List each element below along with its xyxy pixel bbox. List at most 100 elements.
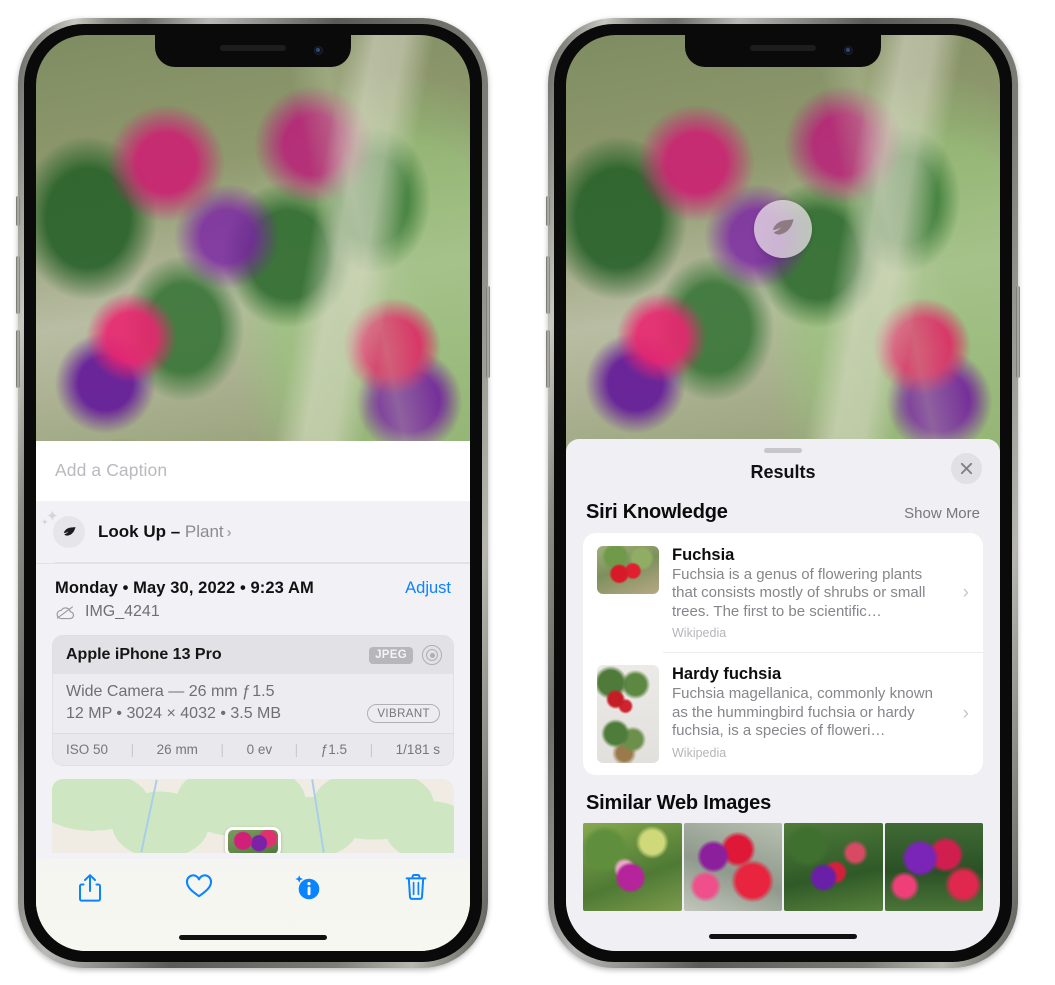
camera-header-badges: JPEG [369,645,442,665]
adjust-button[interactable]: Adjust [405,579,451,598]
mute-switch[interactable] [16,196,20,226]
exif-exposure: 0 ev [246,742,273,757]
web-image-1[interactable] [583,823,682,912]
iphone-right-device: Results Siri Knowledge Show More Fuchsia… [546,18,1020,968]
chevron-right-icon: › [962,703,969,725]
camera-card-header: Apple iPhone 13 Pro JPEG [53,636,453,674]
date-row: Monday • May 30, 2022 • 9:23 AM Adjust [36,564,470,598]
exif-row: ISO 50 | 26 mm | 0 ev | ƒ1.5 | 1/181 s [53,733,453,765]
iphone-left-device: Add a Caption ✦ ✦ Look Up – Plant › Monda [16,18,490,968]
sparkle-small-icon: ✦ [41,517,49,527]
chevron-right-icon: › [226,524,232,541]
results-header: Results [566,453,1000,497]
list-item[interactable]: Hardy fuchsia Fuchsia magellanica, commo… [583,652,983,775]
web-image-2[interactable] [683,823,782,912]
result-description: Fuchsia is a genus of flowering plants t… [672,566,926,620]
info-sparkle-icon [295,875,320,900]
result-thumbnail [597,546,659,594]
visual-lookup-screen: Results Siri Knowledge Show More Fuchsia… [566,35,1000,951]
web-image-4[interactable] [884,823,983,912]
info-button[interactable] [279,873,335,901]
camera-metadata-card[interactable]: Apple iPhone 13 Pro JPEG Wide Camera — 2… [52,635,454,766]
notch [685,35,881,67]
exif-aperture: ƒ1.5 [320,742,348,757]
section-title: Similar Web Images [586,792,771,815]
trash-icon [405,874,427,900]
map-photo-pin[interactable] [225,827,281,853]
volume-down-button[interactable] [16,330,20,388]
format-badge: JPEG [369,646,413,664]
map-waterway [311,779,326,853]
exif-separator: | [130,742,135,757]
look-up-subject: Plant [184,522,224,541]
photos-detail-screen: Add a Caption ✦ ✦ Look Up – Plant › Monda [36,35,470,951]
earpiece-speaker [750,45,816,51]
share-button[interactable] [62,873,118,903]
result-source: Wikipedia [672,626,727,641]
result-description: Fuchsia magellanica, commonly known as t… [672,685,933,740]
filename-row: IMG_4241 [36,598,470,633]
results-sheet: Results Siri Knowledge Show More Fuchsia… [566,439,1000,951]
exif-separator: | [220,742,225,757]
location-map-preview[interactable] [52,779,454,853]
similar-web-images-strip[interactable] [566,823,1000,912]
volume-up-button[interactable] [546,256,550,314]
device-bezel: Results Siri Knowledge Show More Fuchsia… [554,24,1012,962]
list-item[interactable]: Fuchsia Fuchsia is a genus of flowering … [583,533,983,652]
web-image-3[interactable] [784,823,883,912]
volume-up-button[interactable] [16,256,20,314]
device-bezel: Add a Caption ✦ ✦ Look Up – Plant › Monda [24,24,482,962]
results-title: Results [750,462,816,482]
chevron-right-icon: › [962,582,969,604]
section-title: Siri Knowledge [586,501,728,523]
look-up-row[interactable]: ✦ ✦ Look Up – Plant › [36,501,470,564]
image-specs: 12 MP • 3024 × 4032 • 3.5 MB [66,704,282,722]
result-text: Hardy fuchsia Fuchsia magellanica, commo… [672,665,946,759]
exif-shutter: 1/181 s [395,742,440,757]
exif-separator: | [369,742,374,757]
delete-button[interactable] [388,873,444,901]
result-source: Wikipedia [672,745,727,760]
leaf-icon [754,200,812,258]
close-button[interactable] [951,453,982,484]
heart-icon [185,874,212,898]
power-button[interactable] [486,286,490,378]
look-up-label: Look Up – Plant › [98,522,232,542]
result-title: Fuchsia [672,546,735,564]
leaf-icon: ✦ ✦ [41,509,85,548]
specs-row: 12 MP • 3024 × 4032 • 3.5 MB VIBRANT [66,704,440,723]
favorite-button[interactable] [171,873,227,899]
siri-knowledge-header: Siri Knowledge Show More [566,497,1000,533]
photo-datetime: Monday • May 30, 2022 • 9:23 AM [55,579,314,597]
result-thumbnail [597,665,659,764]
similar-web-images-header: Similar Web Images [566,775,1000,823]
notch [155,35,351,67]
map-waterway [140,779,159,853]
result-title: Hardy fuchsia [672,665,782,684]
camera-device-name: Apple iPhone 13 Pro [66,646,222,663]
visual-look-up-badge[interactable] [754,200,812,258]
photographic-style-badge: VIBRANT [367,704,440,723]
power-button[interactable] [1016,286,1020,378]
close-icon [960,462,973,475]
icloud-slash-icon [56,605,75,619]
exif-separator: | [294,742,299,757]
share-icon [79,874,102,902]
caption-input[interactable]: Add a Caption [36,441,470,501]
home-indicator[interactable] [179,935,327,940]
lens-info: Wide Camera — 26 mm ƒ 1.5 [66,683,275,700]
photo-filename: IMG_4241 [85,603,160,620]
siri-knowledge-card: Fuchsia Fuchsia is a genus of flowering … [583,533,983,776]
result-text: Fuchsia Fuchsia is a genus of flowering … [672,546,946,640]
show-more-button[interactable]: Show More [904,505,980,522]
photo-toolbar [36,859,470,951]
aperture-icon [422,645,442,665]
exif-iso: ISO 50 [66,742,109,757]
home-indicator[interactable] [709,934,857,939]
earpiece-speaker [220,45,286,51]
camera-card-body: Wide Camera — 26 mm ƒ 1.5 12 MP • 3024 ×… [53,674,453,733]
mute-switch[interactable] [546,196,550,226]
front-camera-icon [314,46,323,55]
volume-down-button[interactable] [546,330,550,388]
exif-focal: 26 mm [156,742,198,757]
